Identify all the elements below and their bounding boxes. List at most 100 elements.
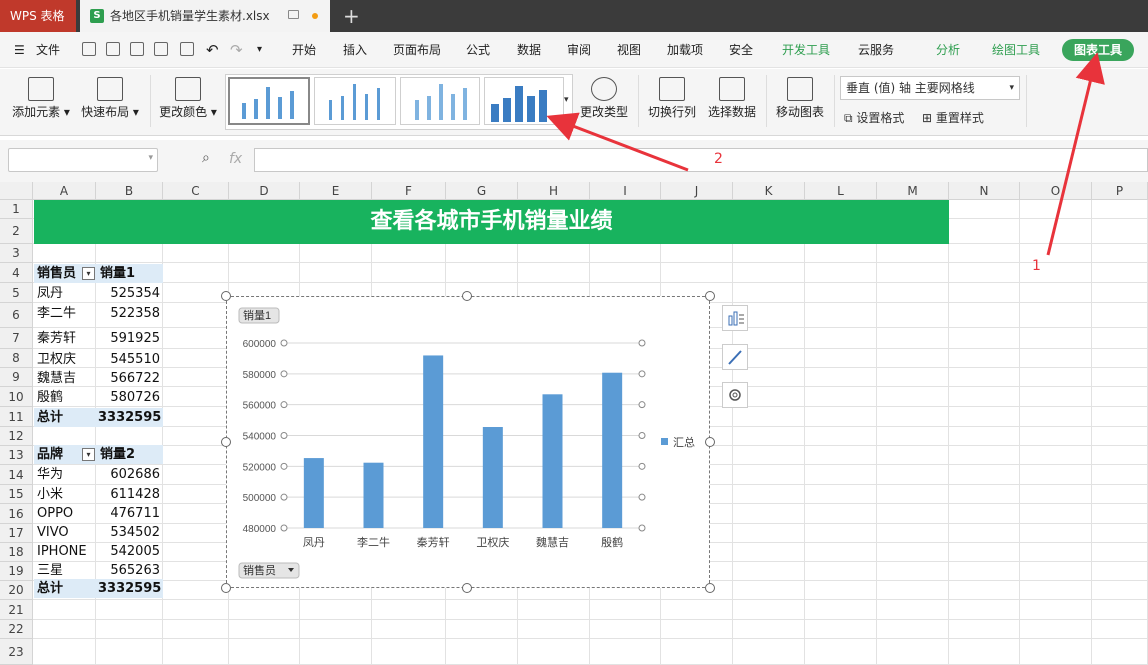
row-header[interactable]: 8 [0, 349, 33, 368]
axis-field-button-label[interactable]: 销售员 [243, 563, 276, 577]
row-header[interactable]: 18 [0, 543, 33, 562]
bar[interactable] [602, 372, 623, 528]
tab-2[interactable]: 页面布局 [393, 32, 441, 68]
move-chart-button[interactable]: 移动图表 [772, 69, 828, 133]
pivot-row-label[interactable]: OPPO [37, 504, 73, 523]
resize-handle[interactable] [705, 437, 715, 447]
tab-chart-tools[interactable]: 图表工具 [1062, 39, 1134, 61]
pivot-row-value[interactable]: 542005 [98, 542, 160, 561]
row-header[interactable]: 1 [0, 200, 33, 219]
pivot-value-header[interactable]: 销量2 [100, 445, 135, 464]
column-header[interactable]: I [590, 182, 661, 200]
legend-label[interactable]: 汇总 [673, 435, 695, 449]
column-header[interactable]: C [163, 182, 229, 200]
pivot-row-value[interactable]: 566722 [98, 369, 160, 388]
bar[interactable] [303, 458, 324, 528]
gallery-more-icon[interactable]: ▾ [564, 95, 569, 105]
print-preview-icon[interactable] [180, 42, 194, 56]
column-header[interactable]: N [949, 182, 1020, 200]
pivot-row-value[interactable]: 476711 [98, 504, 160, 523]
tab-10[interactable]: 云服务 [858, 32, 894, 68]
quick-layout-button[interactable]: 快速布局 ▾ [78, 69, 142, 133]
column-header[interactable]: B [96, 182, 163, 200]
gridline-handle[interactable] [280, 462, 288, 470]
tab-9[interactable]: 开发工具 [782, 32, 830, 68]
row-header[interactable]: 7 [0, 328, 33, 349]
column-header[interactable]: H [518, 182, 590, 200]
resize-handle[interactable] [705, 583, 715, 593]
filter-dropdown-icon[interactable]: ▾ [82, 267, 95, 280]
element-select[interactable]: 垂直 (值) 轴 主要网格线 ▾ [840, 76, 1020, 100]
gridline-handle[interactable] [638, 462, 646, 470]
resize-handle[interactable] [221, 583, 231, 593]
row-header[interactable]: 21 [0, 600, 33, 620]
row-header[interactable]: 13 [0, 446, 33, 465]
tab-draw-tools[interactable]: 绘图工具 [992, 32, 1040, 68]
resize-handle[interactable] [221, 291, 231, 301]
row-header[interactable]: 16 [0, 504, 33, 524]
fx-icon[interactable]: fx [229, 151, 242, 167]
resize-handle[interactable] [221, 437, 231, 447]
row-header[interactable]: 5 [0, 283, 33, 303]
column-header[interactable]: D [229, 182, 300, 200]
tab-analyze[interactable]: 分析 [936, 32, 960, 68]
name-box[interactable]: ▾ [8, 148, 158, 172]
pivot-row-value[interactable]: 565263 [98, 561, 160, 580]
row-header[interactable]: 6 [0, 303, 33, 328]
pivot-total-label[interactable]: 总计 [37, 579, 63, 598]
pivot-row-value[interactable]: 602686 [98, 465, 160, 484]
row-header[interactable]: 11 [0, 407, 33, 427]
chart-style-4[interactable] [484, 77, 564, 125]
column-header[interactable]: K [733, 182, 805, 200]
column-header[interactable]: A [33, 182, 96, 200]
column-header[interactable]: O [1020, 182, 1092, 200]
formula-input[interactable] [254, 148, 1148, 172]
menu-file[interactable]: 文件 [36, 32, 60, 68]
pivot-row-header[interactable]: 品牌 [37, 445, 63, 464]
column-header[interactable]: G [446, 182, 518, 200]
gridline-handle[interactable] [280, 339, 288, 347]
row-header[interactable]: 9 [0, 368, 33, 387]
gridline-handle[interactable] [638, 370, 646, 378]
format-painter-icon[interactable] [130, 42, 144, 56]
tab-1[interactable]: 插入 [343, 32, 367, 68]
set-format-button[interactable]: ⧉ 设置格式 [844, 109, 904, 126]
resize-handle[interactable] [462, 291, 472, 301]
field-button-label[interactable]: 销量1 [243, 308, 271, 322]
row-header[interactable]: 22 [0, 620, 33, 639]
pivot-row-label[interactable]: 殷鹤 [37, 388, 63, 407]
resize-handle[interactable] [462, 583, 472, 593]
change-type-button[interactable]: 更改类型 [576, 69, 632, 133]
row-header[interactable]: 12 [0, 427, 33, 446]
row-header[interactable]: 2 [0, 219, 33, 244]
tab-3[interactable]: 公式 [466, 32, 490, 68]
select-data-button[interactable]: 选择数据 [704, 69, 760, 133]
pivot-row-value[interactable]: 591925 [98, 329, 160, 348]
filter-dropdown-icon[interactable]: ▾ [82, 448, 95, 461]
monitor-icon[interactable] [288, 10, 299, 19]
pivot-row-label[interactable]: 小米 [37, 485, 63, 504]
tab-6[interactable]: 视图 [617, 32, 641, 68]
save-icon[interactable] [106, 42, 120, 56]
print-icon[interactable] [154, 42, 168, 56]
tab-0[interactable]: 开始 [292, 32, 316, 68]
row-header[interactable]: 10 [0, 387, 33, 407]
pivot-row-value[interactable]: 522358 [98, 304, 160, 323]
column-header[interactable]: L [805, 182, 877, 200]
row-header[interactable]: 15 [0, 485, 33, 504]
app-tab[interactable]: WPS 表格 [0, 0, 76, 32]
bar-chart[interactable]: 600000 580000 560000 540000 520000 500000 4800… [227, 297, 711, 589]
chart-style-1[interactable] [228, 77, 310, 125]
row-header[interactable]: 17 [0, 524, 33, 543]
row-header[interactable]: 23 [0, 639, 33, 665]
resize-handle[interactable] [705, 291, 715, 301]
gridline-handle[interactable] [638, 432, 646, 439]
gridline-handle[interactable] [280, 370, 288, 378]
gridline-handle[interactable] [280, 493, 288, 501]
row-header[interactable]: 20 [0, 581, 33, 600]
chart-style-2[interactable] [314, 77, 396, 125]
column-header[interactable]: P [1092, 182, 1148, 200]
gridline-handle[interactable] [280, 432, 288, 439]
switch-rowcol-button[interactable]: 切换行列 [644, 69, 700, 133]
tab-4[interactable]: 数据 [517, 32, 541, 68]
